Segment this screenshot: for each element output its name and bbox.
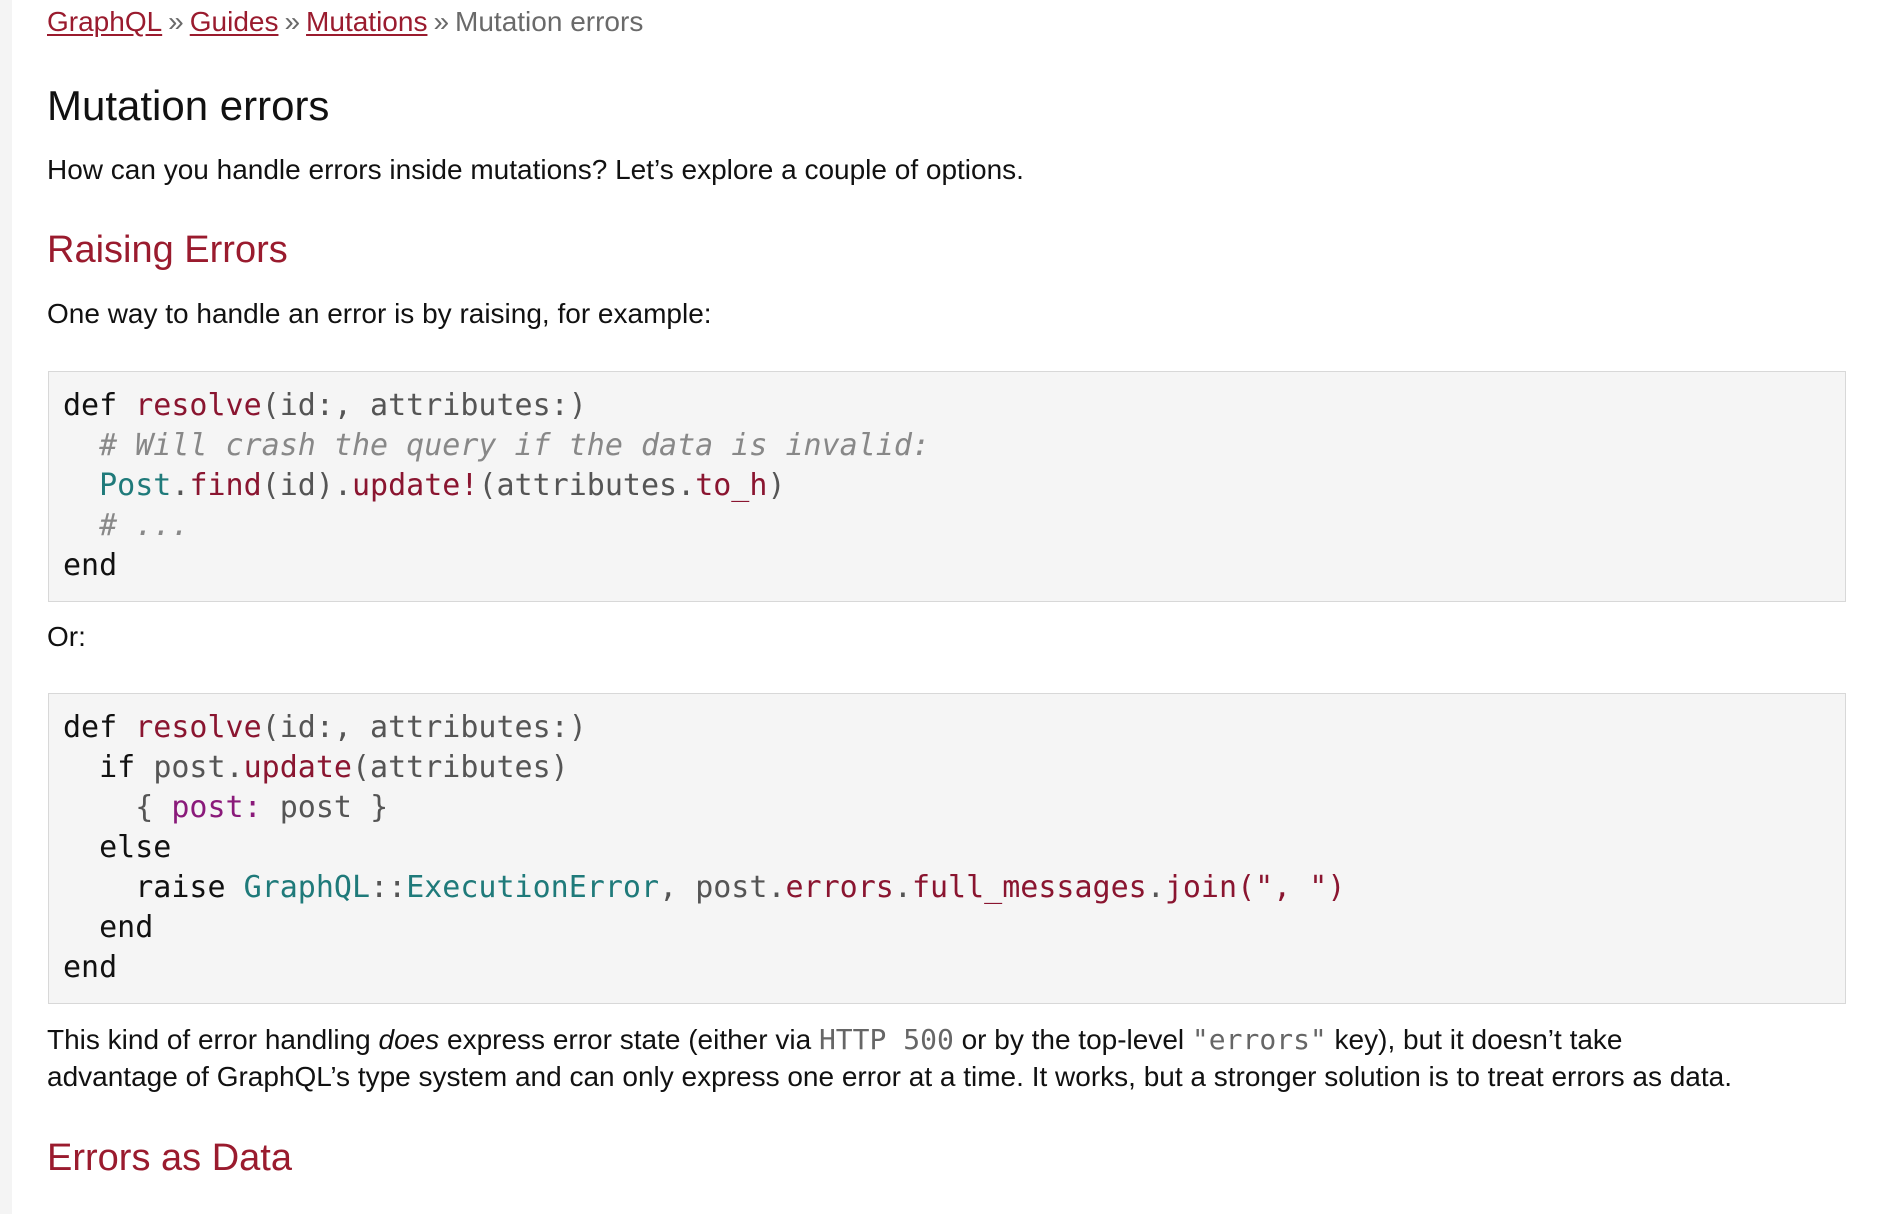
code-line: # ...	[99, 508, 190, 543]
breadcrumb-separator: »	[168, 6, 184, 37]
breadcrumb-current: Mutation errors	[455, 6, 644, 37]
code-line: { post: post }	[135, 790, 389, 825]
code-block-raise: def resolve(id:, attributes:) # Will cra…	[48, 371, 1846, 602]
breadcrumb-link-guides[interactable]: Guides	[190, 6, 279, 37]
code-line: end	[63, 548, 118, 583]
code-line: raise GraphQL::ExecutionError, post.erro…	[135, 870, 1346, 905]
code-block-return-errors: def resolve(id:, attributes:) if post.up…	[48, 693, 1846, 1004]
code-line: else	[99, 830, 172, 865]
breadcrumb-link-mutations[interactable]: Mutations	[306, 6, 427, 37]
code-line: if post.update(attributes)	[99, 750, 569, 785]
intro-paragraph: How can you handle errors inside mutatio…	[47, 154, 1024, 185]
inline-code-http-500: HTTP 500	[818, 1023, 954, 1056]
raising-errors-paragraph: One way to handle an error is by raising…	[47, 298, 712, 329]
or-paragraph: Or:	[47, 621, 86, 652]
section-heading-errors-as-data: Errors as Data	[47, 1137, 292, 1179]
code-line: # Will crash the query if the data is in…	[99, 428, 930, 463]
breadcrumb: GraphQL» Guides» Mutations» Mutation errors	[47, 2, 643, 42]
error-handling-paragraph-line2: advantage of GraphQL’s type system and c…	[47, 1061, 1733, 1092]
left-gutter	[0, 0, 12, 1214]
page-title: Mutation errors	[47, 82, 330, 129]
code-line: end	[99, 910, 154, 945]
code-line: end	[63, 950, 118, 985]
section-heading-raising-errors: Raising Errors	[47, 229, 288, 271]
breadcrumb-separator: »	[284, 6, 301, 37]
code-line: def resolve(id:, attributes:)	[63, 388, 587, 423]
code-line: def resolve(id:, attributes:)	[63, 710, 587, 745]
breadcrumb-link-graphql[interactable]: GraphQL	[47, 6, 162, 37]
breadcrumb-separator: »	[433, 6, 450, 37]
inline-code-errors-key: "errors"	[1191, 1023, 1327, 1056]
error-handling-paragraph-line1: This kind of error handling does express…	[47, 1023, 1623, 1056]
code-line: Post.find(id).update!(attributes.to_h)	[99, 468, 786, 503]
